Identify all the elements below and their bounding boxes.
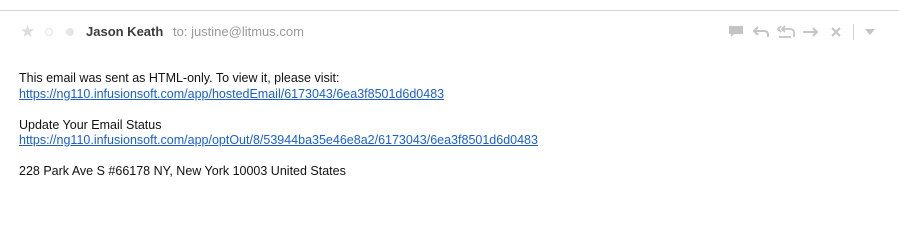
optout-link[interactable]: https://ng110.infusionsoft.com/app/optOu… xyxy=(19,133,538,147)
message-header: ★ Jason Keath to: justine@litmus.com xyxy=(0,22,899,44)
header-divider xyxy=(0,10,899,11)
update-status-label: Update Your Email Status xyxy=(19,117,162,132)
reply-all-icon[interactable] xyxy=(775,22,797,42)
sender-name: Jason Keath xyxy=(86,24,164,39)
postal-address: 228 Park Ave S #66178 NY, New York 10003… xyxy=(19,164,346,178)
reply-icon[interactable] xyxy=(750,22,772,42)
star-icon[interactable]: ★ xyxy=(20,23,35,41)
chevron-down-icon[interactable] xyxy=(859,22,881,42)
unread-circle-icon[interactable] xyxy=(45,28,53,36)
recipient-line: to: justine@litmus.com xyxy=(173,24,304,39)
message-body: This email was sent as HTML-only. To vie… xyxy=(19,71,538,180)
toolbar-divider xyxy=(853,24,854,40)
comment-icon[interactable] xyxy=(725,22,747,42)
forward-icon[interactable] xyxy=(800,22,822,42)
close-icon[interactable] xyxy=(825,22,847,42)
html-only-notice: This email was sent as HTML-only. To vie… xyxy=(19,71,340,85)
message-toolbar xyxy=(722,22,881,42)
hosted-email-link[interactable]: https://ng110.infusionsoft.com/app/hoste… xyxy=(19,87,444,101)
email-viewer: ★ Jason Keath to: justine@litmus.com Thi… xyxy=(0,0,899,207)
status-dot-icon xyxy=(66,28,74,36)
